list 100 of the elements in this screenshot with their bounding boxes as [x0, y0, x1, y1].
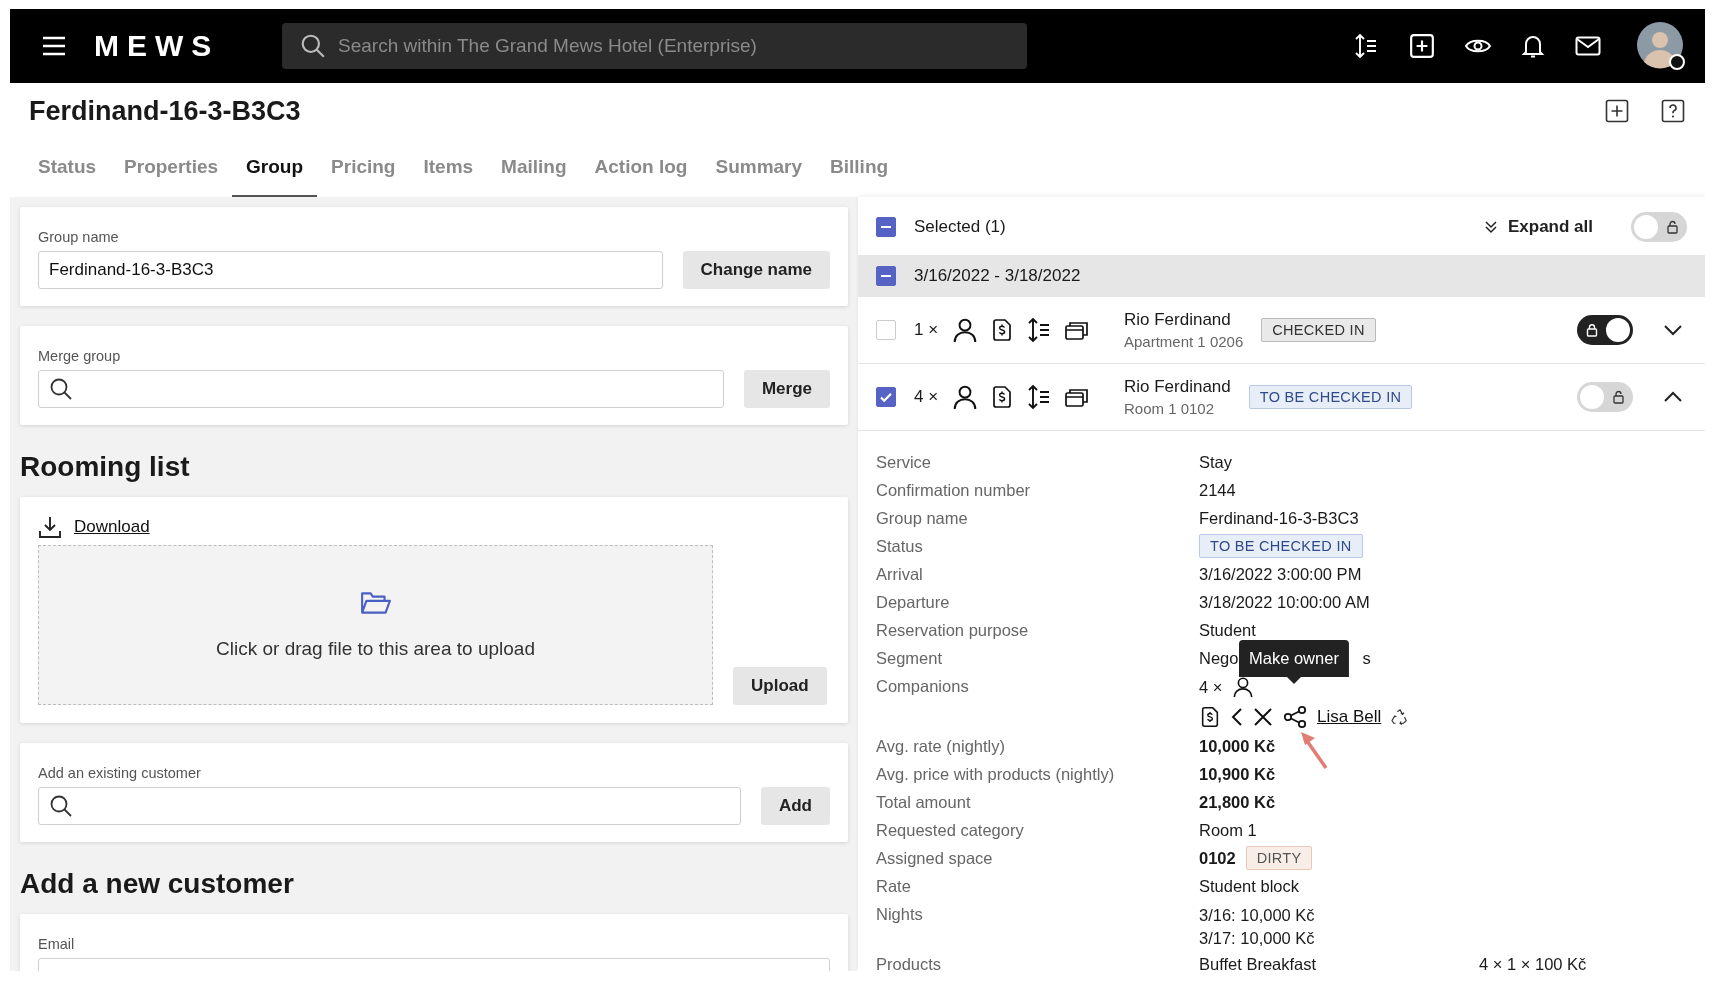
- dollar-receipt-icon[interactable]: [990, 318, 1014, 342]
- companion-count: 4 ×: [1199, 677, 1223, 697]
- expand-all-button[interactable]: Expand all: [1483, 217, 1593, 237]
- detail-label: Requested category: [876, 820, 1025, 841]
- search-icon: [49, 794, 73, 818]
- status-badge: TO BE CHECKED IN: [1248, 385, 1413, 409]
- guest-name[interactable]: Rio Ferdinand: [1124, 377, 1231, 397]
- detail-label: Avg. rate (nightly): [876, 736, 1006, 757]
- detail-label: Segment: [876, 648, 944, 669]
- share-icon[interactable]: [1283, 705, 1307, 729]
- date-range: 3/16/2022 - 3/18/2022: [914, 266, 1081, 286]
- detail-label: Group name: [876, 508, 969, 529]
- detail-label: Service: [876, 452, 933, 473]
- status-badge: TO BE CHECKED IN: [1199, 534, 1363, 558]
- search-field[interactable]: [38, 787, 741, 825]
- unlock-icon: [1665, 220, 1679, 234]
- field-label: Add an existing customer: [38, 765, 202, 781]
- lock-toggle[interactable]: [1577, 315, 1633, 345]
- detail-label: Products: [876, 954, 943, 971]
- field-label: Group name: [38, 229, 120, 245]
- logo[interactable]: MEWS: [94, 29, 264, 63]
- minus-icon: [881, 274, 891, 278]
- detail-value: 3/16: 10,000 Kč: [1199, 905, 1315, 926]
- change-name-button[interactable]: Change name: [682, 251, 830, 289]
- guest-count: 4 ×: [914, 387, 940, 407]
- detail-label: Assigned space: [876, 848, 994, 869]
- guest-count: 1 ×: [914, 320, 940, 340]
- checkbox[interactable]: [876, 217, 896, 237]
- sort-arrows-icon[interactable]: [1353, 33, 1379, 59]
- product-quantity: 4 × 1 × 100 Kč: [1479, 954, 1587, 971]
- detail-label: Departure: [876, 592, 951, 613]
- section-heading: Add a new customer: [20, 868, 295, 900]
- chevron-down-icon[interactable]: [1663, 324, 1683, 336]
- search-icon: [300, 33, 326, 59]
- person-icon[interactable]: [952, 317, 978, 343]
- detail-value: 3/16/2022 3:00:00 PM: [1199, 564, 1362, 584]
- tooltip: Make owner: [1239, 640, 1349, 684]
- folder-icon: [359, 590, 392, 616]
- status-badge: CHECKED IN: [1261, 318, 1376, 342]
- input-field[interactable]: Ferdinand-16-3-B3C3: [38, 251, 663, 289]
- sort-arrows-icon[interactable]: [1026, 384, 1052, 410]
- detail-label: Total amount: [876, 792, 972, 813]
- page-title: Ferdinand-16-3-B3C3: [29, 95, 301, 127]
- field-label: Merge group: [38, 348, 122, 364]
- detail-label: Arrival: [876, 564, 924, 585]
- merge-button[interactable]: Merge: [743, 370, 830, 408]
- lock-toggle[interactable]: [1631, 212, 1687, 242]
- selection-count: Selected (1): [914, 217, 1006, 237]
- minus-icon: [881, 225, 891, 229]
- upload-button[interactable]: Upload: [733, 667, 827, 705]
- recycle-icon[interactable]: [1391, 709, 1410, 725]
- avatar-icon[interactable]: [1635, 21, 1685, 71]
- chevron-up-icon[interactable]: [1663, 391, 1683, 403]
- detail-value: Nego: [1199, 648, 1239, 668]
- field-label: Email: [38, 936, 76, 952]
- detail-label: Avg. price with products (nightly): [876, 764, 1116, 785]
- help-icon[interactable]: [1661, 99, 1685, 123]
- detail-label: Confirmation number: [876, 480, 1032, 501]
- detail-value: 2144: [1199, 480, 1236, 500]
- section-heading: Rooming list: [20, 451, 191, 483]
- detail-label: Status: [876, 536, 924, 557]
- sort-arrows-icon[interactable]: [1026, 317, 1052, 343]
- upload-dropzone[interactable]: Click or drag file to this area to upload: [38, 545, 713, 705]
- add-icon[interactable]: [1605, 99, 1629, 123]
- detail-label: Rate: [876, 876, 912, 897]
- checkbox[interactable]: [876, 387, 896, 407]
- detail-value: Student block: [1199, 876, 1299, 896]
- search-icon: [49, 377, 73, 401]
- detail-value: Ferdinand-16-3-B3C3: [1199, 508, 1359, 528]
- checkbox[interactable]: [876, 266, 896, 286]
- chevron-left-icon[interactable]: [1231, 707, 1243, 727]
- status-badge: DIRTY: [1245, 846, 1313, 870]
- dollar-receipt-icon[interactable]: [1199, 706, 1221, 728]
- detail-value: Stay: [1199, 452, 1233, 472]
- download-icon[interactable]: [38, 515, 62, 539]
- lock-icon: [1585, 323, 1599, 337]
- close-icon[interactable]: [1253, 707, 1273, 727]
- double-chevron-icon: [1483, 220, 1498, 234]
- add-button[interactable]: Add: [760, 787, 830, 825]
- person-icon[interactable]: [952, 384, 978, 410]
- menu-icon[interactable]: [41, 36, 67, 56]
- dollar-receipt-icon[interactable]: [990, 385, 1014, 409]
- notification-bell-icon[interactable]: [1521, 33, 1545, 59]
- lock-toggle[interactable]: [1577, 382, 1633, 412]
- room-label: Room 1 0102: [1124, 400, 1216, 417]
- detail-value: Student: [1199, 620, 1256, 640]
- unlock-icon: [1611, 390, 1625, 404]
- companion-link[interactable]: Lisa Bell: [1317, 707, 1382, 727]
- detail-label: Nights: [876, 904, 924, 925]
- search-field[interactable]: Search within The Grand Mews Hotel (Enterprise): [282, 23, 1027, 69]
- detail-value: Room 1: [1199, 820, 1257, 840]
- detail-value: 21,800 Kč: [1199, 792, 1276, 812]
- detail-value: 3/17: 10,000 Kč: [1199, 928, 1315, 949]
- annotation-arrow: [1299, 730, 1329, 770]
- search-field[interactable]: [38, 370, 724, 408]
- guest-name[interactable]: Rio Ferdinand: [1124, 310, 1244, 330]
- detail-value: 10,000 Kč: [1199, 736, 1276, 756]
- mail-icon[interactable]: [1575, 36, 1601, 56]
- room-label: Apartment 1 0206: [1124, 333, 1244, 350]
- download-link[interactable]: Download: [74, 517, 150, 537]
